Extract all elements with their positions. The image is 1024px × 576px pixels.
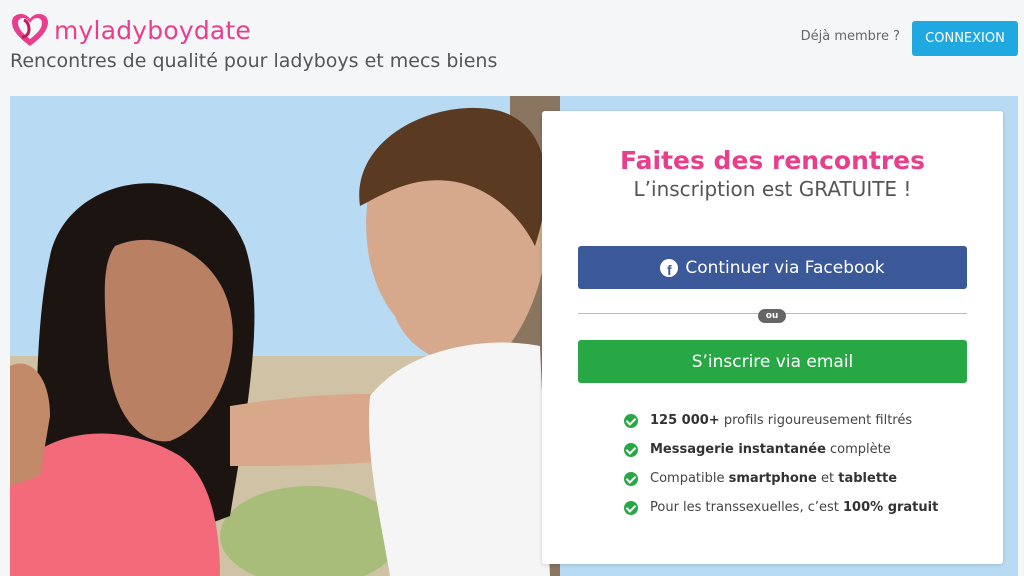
feature-text: Messagerie instantanée complète	[650, 442, 891, 457]
facebook-icon: f	[660, 258, 679, 277]
already-member-label: Déjà membre ?	[800, 29, 900, 44]
check-circle-icon	[624, 500, 638, 515]
card-subtitle: L’inscription est GRATUITE !	[633, 177, 912, 201]
feature-list: 125 000+ profils rigoureusement filtrés …	[624, 406, 938, 522]
site-header: myladyboydate Rencontres de qualité pour…	[0, 0, 1024, 96]
feature-text: Compatible smartphone et tablette	[650, 471, 898, 486]
feature-text: 125 000+ profils rigoureusement filtrés	[650, 413, 913, 428]
or-divider-label: ou	[758, 309, 786, 323]
card-title: Faites des rencontres	[620, 146, 925, 175]
check-circle-icon	[624, 413, 638, 428]
email-signup-button[interactable]: S’inscrire via email	[578, 340, 967, 383]
feature-item: Pour les transsexuelles, c’est 100% grat…	[624, 493, 938, 522]
facebook-signup-button[interactable]: f Continuer via Facebook	[578, 246, 967, 289]
facebook-button-label: Continuer via Facebook	[685, 257, 885, 278]
check-circle-icon	[624, 442, 638, 457]
feature-text: Pour les transsexuelles, c’est 100% grat…	[650, 500, 939, 515]
heart-logo-icon	[12, 14, 48, 46]
signup-card: Faites des rencontres L’inscription est …	[542, 111, 1003, 564]
login-button[interactable]: CONNEXION	[912, 21, 1018, 56]
feature-item: Compatible smartphone et tablette	[624, 464, 938, 493]
check-circle-icon	[624, 471, 638, 486]
feature-item: Messagerie instantanée complète	[624, 435, 938, 464]
logo-text: myladyboydate	[54, 15, 252, 45]
logo[interactable]: myladyboydate	[10, 12, 251, 48]
feature-item: 125 000+ profils rigoureusement filtrés	[624, 406, 938, 435]
tagline: Rencontres de qualité pour ladyboys et m…	[10, 50, 498, 72]
